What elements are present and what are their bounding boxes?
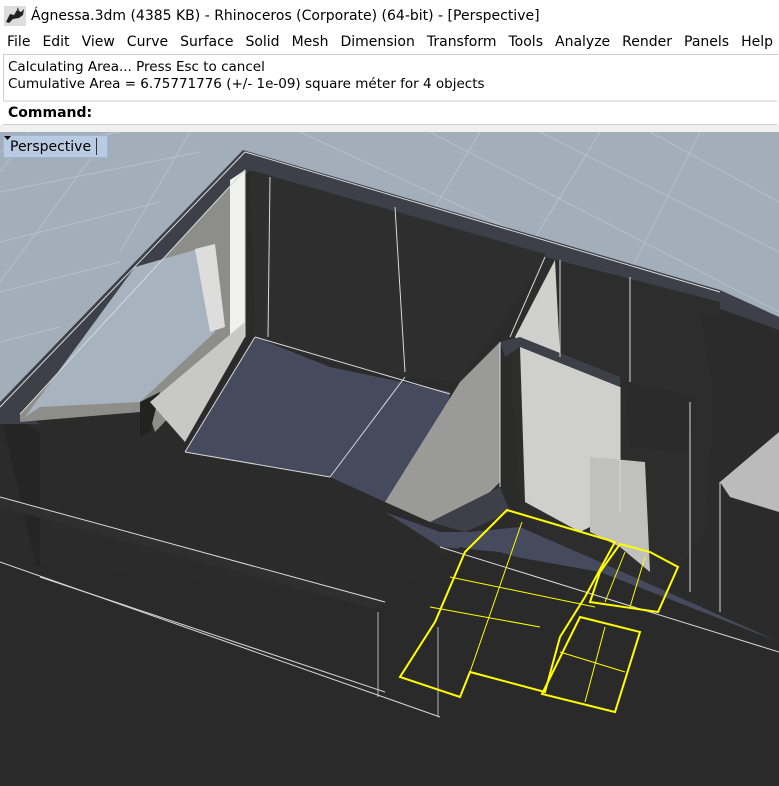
menu-file[interactable]: File bbox=[0, 34, 36, 50]
menu-analyze[interactable]: Analyze bbox=[549, 34, 616, 50]
command-label: Command: bbox=[8, 105, 93, 121]
building-model bbox=[0, 150, 779, 786]
model-scene[interactable] bbox=[0, 132, 779, 786]
menu-dimension[interactable]: Dimension bbox=[334, 34, 420, 50]
menu-curve[interactable]: Curve bbox=[121, 34, 174, 50]
menu-tools[interactable]: Tools bbox=[503, 34, 550, 50]
history-line: Calculating Area... Press Esc to cancel bbox=[8, 59, 265, 75]
menu-mesh[interactable]: Mesh bbox=[286, 34, 335, 50]
menu-transform[interactable]: Transform bbox=[421, 34, 503, 50]
menu-edit[interactable]: Edit bbox=[36, 34, 75, 50]
menu-help[interactable]: Help bbox=[735, 34, 779, 50]
menu-render[interactable]: Render bbox=[616, 34, 678, 50]
viewport-tab-label: Perspective bbox=[10, 138, 92, 155]
toolbar-strip bbox=[0, 125, 779, 132]
menu-solid[interactable]: Solid bbox=[239, 34, 285, 50]
command-input[interactable] bbox=[92, 103, 777, 123]
command-history[interactable]: Calculating Area... Press Esc to cancel … bbox=[3, 54, 778, 101]
rhino-icon bbox=[4, 5, 26, 26]
perspective-viewport[interactable]: Perspective bbox=[0, 132, 779, 786]
command-line: Command: bbox=[3, 102, 777, 125]
title-bar: Ágnessa.3dm (4385 KB) - Rhinoceros (Corp… bbox=[0, 0, 779, 31]
window-title: Ágnessa.3dm (4385 KB) - Rhinoceros (Corp… bbox=[31, 7, 540, 24]
dropdown-arrow-icon[interactable] bbox=[4, 136, 107, 155]
menu-panels[interactable]: Panels bbox=[678, 34, 735, 50]
menu-bar: File Edit View Curve Surface Solid Mesh … bbox=[0, 31, 779, 53]
menu-surface[interactable]: Surface bbox=[174, 34, 239, 50]
viewport-tab[interactable]: Perspective bbox=[3, 135, 109, 158]
history-line: Cumulative Area = 6.75771776 (+/- 1e-09)… bbox=[8, 76, 485, 92]
menu-view[interactable]: View bbox=[76, 34, 121, 50]
